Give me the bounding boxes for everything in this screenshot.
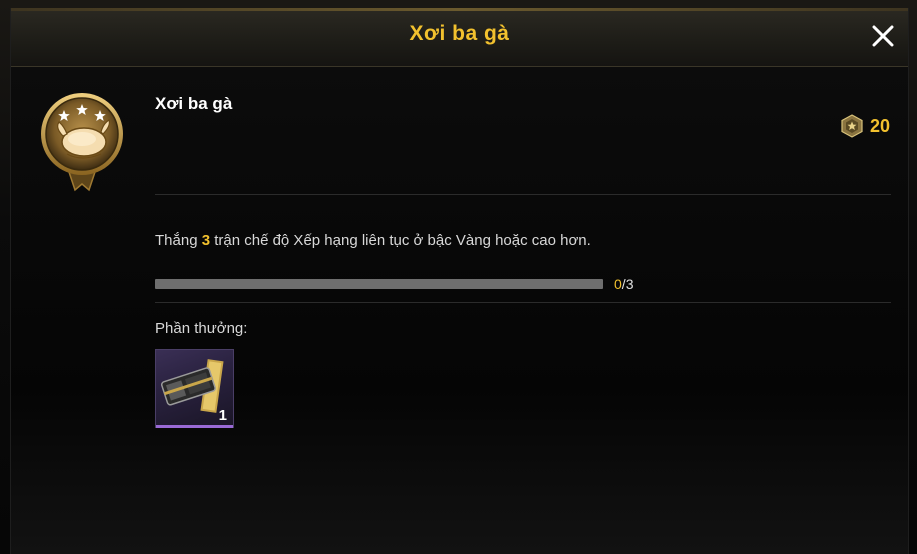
dialog-title: Xơi ba gà xyxy=(409,22,510,45)
description-highlight: 3 xyxy=(201,232,211,249)
points-value: 20 xyxy=(869,115,890,136)
close-icon xyxy=(872,25,894,47)
reward-rarity-bar xyxy=(156,425,233,428)
progress-bar xyxy=(155,279,603,289)
progress-current: 0 xyxy=(614,276,622,292)
rewards-label: Phần thưởng: xyxy=(155,320,248,337)
header-accent-line xyxy=(11,8,908,11)
achievement-point-icon xyxy=(841,114,863,138)
roast-chicken-badge-icon xyxy=(37,86,127,196)
progress-total: 3 xyxy=(625,276,634,292)
crate-coupon-icon xyxy=(160,359,224,413)
close-button[interactable] xyxy=(868,21,898,51)
description-prefix: Thắng xyxy=(155,232,202,249)
achievement-dialog: Xơi ba gà Xơi ba gà 20 Thắng 3 trận chế … xyxy=(10,8,909,554)
divider-bottom xyxy=(155,302,891,303)
dialog-header: Xơi ba gà xyxy=(11,8,908,67)
achievement-description: Thắng 3 trận chế độ Xếp hạng liên tục ở … xyxy=(155,232,591,249)
reward-quantity: 1 xyxy=(218,407,227,424)
progress-label: 0/3 xyxy=(614,276,633,292)
reward-item[interactable]: 1 xyxy=(155,349,234,428)
description-suffix: trận chế độ Xếp hạng liên tục ở bậc Vàng… xyxy=(210,232,591,249)
achievement-points: 20 xyxy=(840,114,890,138)
divider-top xyxy=(155,194,891,195)
achievement-name: Xơi ba gà xyxy=(155,94,233,113)
